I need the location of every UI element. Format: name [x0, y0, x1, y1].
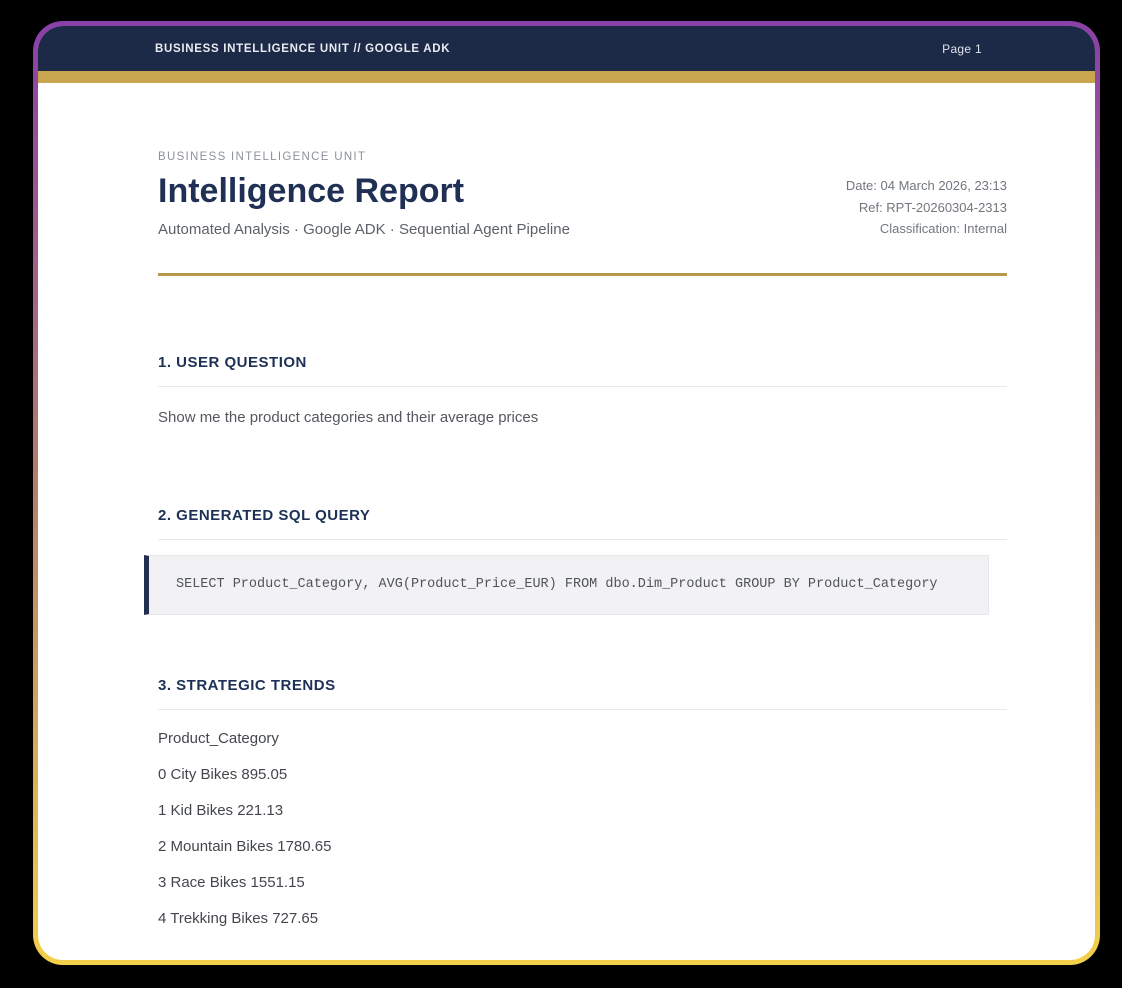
report-topbar: BUSINESS INTELLIGENCE UNIT // GOOGLE ADK…: [38, 26, 1095, 71]
section-user-question: 1. USER QUESTION Show me the product cat…: [158, 352, 1007, 429]
sql-code-text: SELECT Product_Category, AVG(Product_Pri…: [176, 577, 938, 592]
strategic-trends-heading: 3. STRATEGIC TRENDS: [158, 675, 1007, 697]
sql-query-heading: 2. GENERATED SQL QUERY: [158, 505, 1007, 527]
topbar-title: BUSINESS INTELLIGENCE UNIT // GOOGLE ADK: [155, 43, 450, 55]
report-page: BUSINESS INTELLIGENCE UNIT // GOOGLE ADK…: [38, 26, 1095, 960]
report-masthead: BUSINESS INTELLIGENCE UNIT Intelligence …: [158, 151, 1007, 241]
report-page-frame: BUSINESS INTELLIGENCE UNIT // GOOGLE ADK…: [33, 21, 1100, 965]
meta-ref: Ref: RPT-20260304-2313: [846, 197, 1007, 219]
trend-row: 4 Trekking Bikes 727.65: [158, 908, 1007, 930]
report-title: Intelligence Report: [158, 171, 570, 211]
section-divider: [158, 386, 1007, 387]
trend-row: 2 Mountain Bikes 1780.65: [158, 836, 1007, 858]
gold-strip: [38, 71, 1095, 83]
section-strategic-trends: 3. STRATEGIC TRENDS Product_Category 0 C…: [158, 675, 1007, 930]
report-content: BUSINESS INTELLIGENCE UNIT Intelligence …: [38, 83, 1095, 930]
trend-row: 1 Kid Bikes 221.13: [158, 800, 1007, 822]
page-number: Page 1: [942, 42, 982, 56]
report-eyebrow: BUSINESS INTELLIGENCE UNIT: [158, 151, 570, 163]
gold-rule: [158, 273, 1007, 276]
user-question-heading: 1. USER QUESTION: [158, 352, 1007, 374]
meta-classification: Classification: Internal: [846, 218, 1007, 240]
section-sql-query: 2. GENERATED SQL QUERY SELECT Product_Ca…: [158, 505, 1007, 615]
report-subtitle: Automated Analysis · Google ADK · Sequen…: [158, 219, 570, 241]
trend-row: 3 Race Bikes 1551.15: [158, 872, 1007, 894]
trend-row: 0 City Bikes 895.05: [158, 764, 1007, 786]
section-divider: [158, 709, 1007, 710]
sql-code-block: SELECT Product_Category, AVG(Product_Pri…: [144, 555, 989, 615]
trends-column-header: Product_Category: [158, 728, 1007, 750]
section-divider: [158, 539, 1007, 540]
user-question-text: Show me the product categories and their…: [158, 407, 1007, 429]
masthead-left: BUSINESS INTELLIGENCE UNIT Intelligence …: [158, 151, 570, 241]
meta-date: Date: 04 March 2026, 23:13: [846, 175, 1007, 197]
report-meta: Date: 04 March 2026, 23:13 Ref: RPT-2026…: [846, 151, 1007, 240]
